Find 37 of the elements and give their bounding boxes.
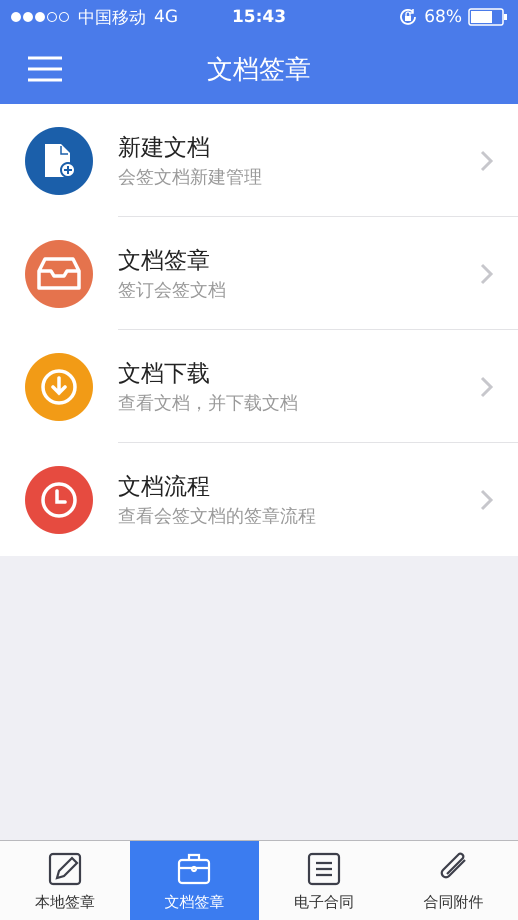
tab[interactable]: 本地签章	[0, 841, 130, 920]
pencil-icon	[46, 851, 83, 887]
rotation-lock-icon	[398, 7, 418, 27]
item-subtitle: 会签文档新建管理	[118, 166, 262, 188]
item-title: 文档下载	[118, 360, 210, 388]
status-time: 15:43	[232, 7, 286, 27]
item-title: 文档流程	[118, 473, 210, 502]
page-title: 文档签章	[207, 54, 311, 86]
network-type: 4G	[154, 7, 178, 27]
carrier-name: 中国移动	[78, 6, 146, 28]
item-title: 文档签章	[118, 246, 210, 276]
menu-item[interactable]: 文档下载 查看文档，并下载文档	[0, 330, 518, 443]
briefcase-icon	[176, 851, 212, 887]
menu-item[interactable]: 新建文档 会签文档新建管理	[0, 104, 518, 217]
download-icon	[39, 366, 79, 406]
tray-icon	[37, 256, 81, 292]
item-subtitle: 查看会签文档的签章流程	[118, 505, 316, 528]
signal-icon	[10, 11, 70, 23]
chevron-icon	[480, 262, 494, 284]
chevron-icon	[480, 150, 494, 172]
menu-item[interactable]: 文档签章 签订会签文档	[0, 217, 518, 330]
menu-icon	[27, 56, 63, 82]
document-plus-icon	[42, 142, 76, 180]
item-subtitle: 查看文档，并下载文档	[118, 392, 298, 414]
chevron-icon	[480, 488, 494, 510]
chevron-icon	[480, 376, 494, 398]
tab[interactable]: 文档签章	[130, 841, 259, 920]
clock-icon	[39, 480, 79, 520]
item-subtitle: 签订会签文档	[118, 278, 226, 302]
battery-percent: 68%	[424, 7, 462, 27]
item-title: 新建文档	[118, 134, 210, 162]
tab[interactable]: 电子合同	[259, 841, 388, 920]
battery-icon	[468, 8, 508, 26]
tab[interactable]: 合同附件	[388, 841, 518, 920]
menu-item[interactable]: 文档流程 查看会签文档的签章流程	[0, 443, 518, 556]
menu-button[interactable]	[27, 56, 63, 82]
list-icon	[306, 851, 342, 887]
